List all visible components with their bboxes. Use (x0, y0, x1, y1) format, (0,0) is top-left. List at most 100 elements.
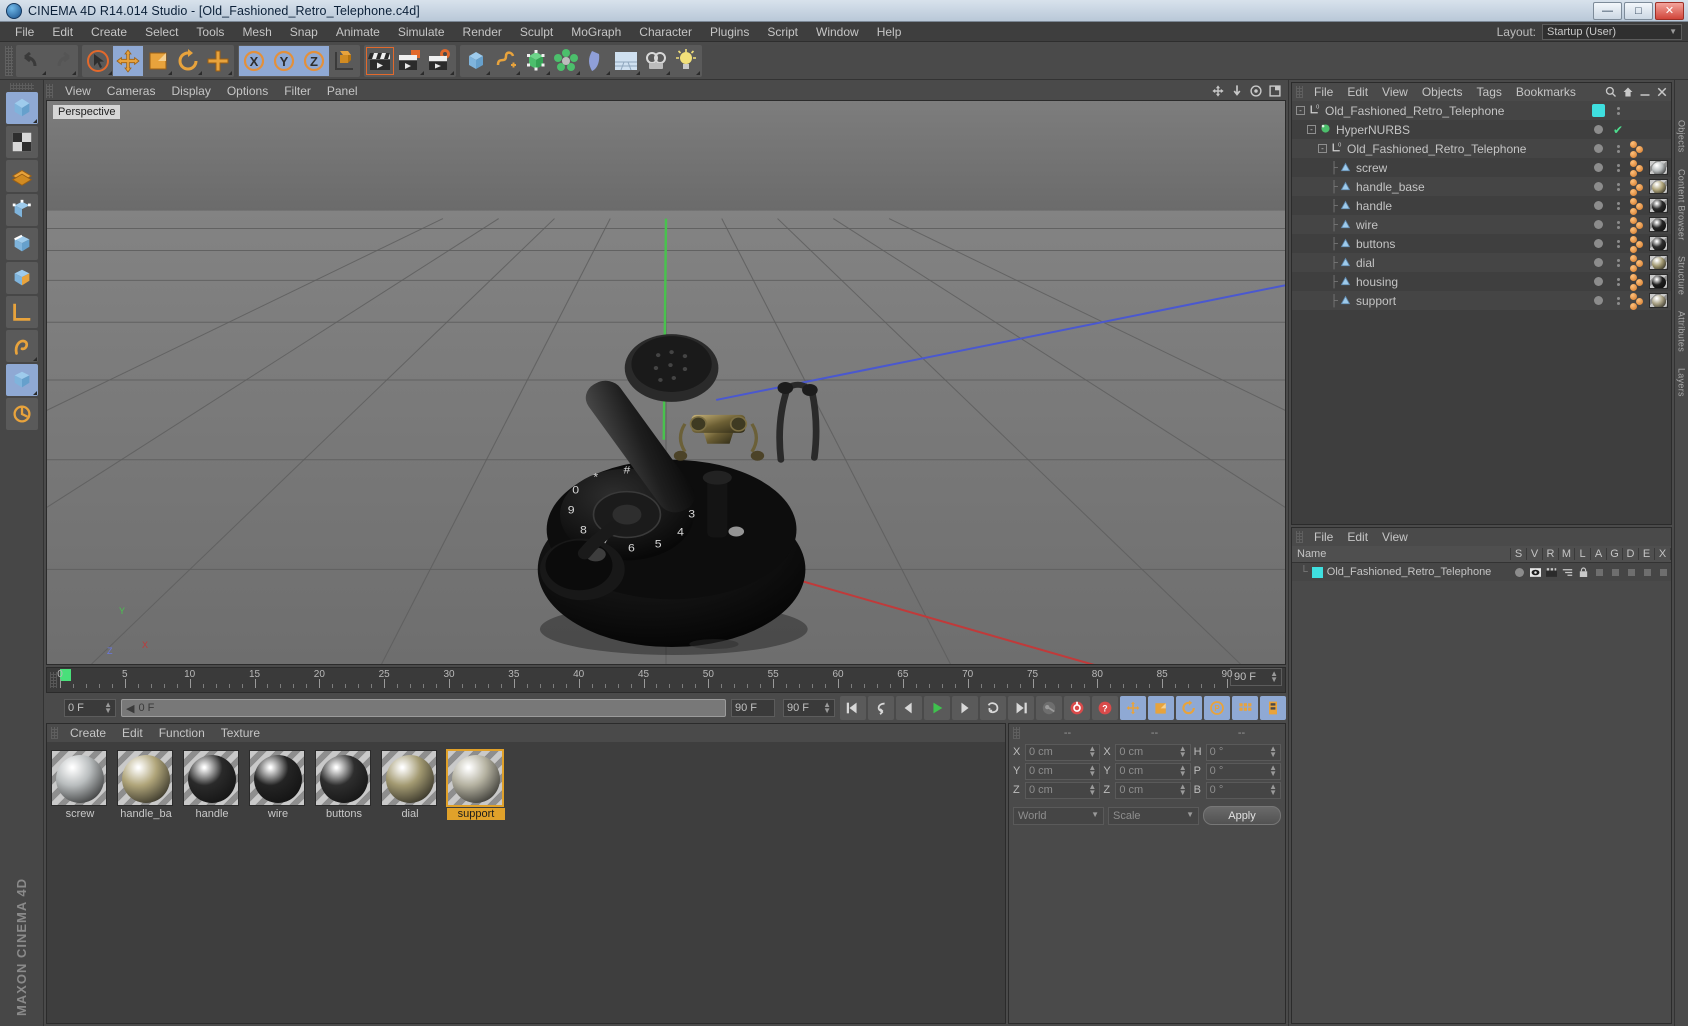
stepper-icon[interactable]: ▲ ▼ (1088, 782, 1096, 796)
selection-tag-icon[interactable] (1630, 284, 1637, 291)
hypernurbs-button[interactable] (521, 45, 551, 76)
visibility-dot-icon[interactable] (1593, 296, 1603, 305)
editor-render-dots[interactable] (1609, 239, 1627, 248)
menu-script[interactable]: Script (758, 23, 807, 41)
coord-value-field[interactable]: 0 cm ▲ ▼ (1115, 781, 1191, 799)
stepper-icon[interactable]: ▲ ▼ (1269, 763, 1277, 777)
stepper-icon[interactable]: ▲ ▼ (1270, 669, 1278, 683)
coord-value-field[interactable]: 0 ° ▲ ▼ (1205, 743, 1281, 761)
visibility-dot-icon[interactable] (1593, 258, 1603, 267)
material-thumbnail[interactable] (381, 750, 437, 806)
editor-render-dots[interactable] (1609, 144, 1627, 153)
object-row[interactable]: ├ buttons (1292, 234, 1671, 253)
timeline-ruler-body[interactable]: 0 5 10 15 20 25 30 35 40 45 50 55 60 65 70 75 80 85 90 (57, 668, 1233, 692)
apply-button[interactable]: Apply (1203, 806, 1281, 825)
stepper-icon[interactable]: ▲ ▼ (1269, 744, 1277, 758)
visibility-toggle[interactable] (1587, 201, 1609, 210)
viewport-grip[interactable] (46, 84, 53, 98)
menu-window[interactable]: Window (807, 23, 868, 41)
editor-render-dots[interactable] (1609, 201, 1627, 210)
play-backward-button[interactable] (868, 696, 894, 720)
toggle-dot-icon[interactable] (1616, 182, 1620, 186)
pla-key-button[interactable] (1232, 696, 1258, 720)
visibility-toggle[interactable] (1587, 104, 1609, 117)
visibility-dot-icon[interactable] (1593, 182, 1603, 191)
layer-render-camera-icon[interactable] (1543, 567, 1559, 577)
vertical-tab-objects[interactable]: Objects (1677, 120, 1687, 153)
keyframe-selection-button[interactable] (1260, 696, 1286, 720)
search-icon[interactable] (1605, 86, 1617, 98)
selection-tag-icon[interactable] (1636, 146, 1643, 153)
menu-mesh[interactable]: Mesh (233, 23, 280, 41)
coord-value-field[interactable]: 0 ° ▲ ▼ (1205, 781, 1281, 799)
redo-button[interactable] (47, 45, 77, 76)
selection-tag-icon[interactable] (1630, 246, 1637, 253)
layer-visible-eye-icon[interactable] (1527, 567, 1543, 577)
param-key-button[interactable]: P (1204, 696, 1230, 720)
viewport-menu-options[interactable]: Options (219, 83, 276, 99)
object-tags[interactable] (1627, 158, 1649, 177)
selection-tag-icon[interactable] (1636, 184, 1643, 191)
toggle-dot-icon[interactable] (1616, 301, 1620, 305)
undo-button[interactable] (17, 45, 47, 76)
menu-file[interactable]: File (6, 23, 43, 41)
visibility-dot-icon[interactable] (1593, 220, 1603, 229)
layer-column-g[interactable]: G (1607, 548, 1623, 560)
toggle-dot-icon[interactable] (1616, 282, 1620, 286)
om-menu-objects[interactable]: Objects (1415, 84, 1470, 100)
keyframe-help-button[interactable]: ? (1092, 696, 1118, 720)
toggle-dot-icon[interactable] (1616, 225, 1620, 229)
visibility-toggle[interactable] (1587, 182, 1609, 191)
close-icon[interactable] (1656, 86, 1668, 98)
workplane-tool-button[interactable] (5, 296, 38, 328)
autokey-button[interactable] (1036, 696, 1062, 720)
edge-mode-button[interactable] (5, 228, 38, 260)
material-menu-edit[interactable]: Edit (114, 725, 151, 741)
object-tags[interactable] (1627, 253, 1649, 272)
snap-tool-button[interactable] (5, 330, 38, 362)
om-menu-edit[interactable]: Edit (1340, 84, 1375, 100)
current-frame-field[interactable]: 0 F ▲ ▼ (64, 699, 116, 717)
material-swatch[interactable]: handle (183, 750, 241, 820)
camera-object-button[interactable] (641, 45, 671, 76)
object-row[interactable]: ├ wire (1292, 215, 1671, 234)
selection-tag-icon[interactable] (1636, 222, 1643, 229)
object-tags[interactable] (1627, 196, 1649, 215)
lock-axis-button[interactable] (5, 364, 38, 396)
selection-tag-icon[interactable] (1630, 151, 1637, 158)
object-tags[interactable] (1627, 139, 1649, 158)
menu-simulate[interactable]: Simulate (389, 23, 454, 41)
lm-menu-edit[interactable]: Edit (1340, 529, 1375, 545)
coord-value-field[interactable]: 0 ° ▲ ▼ (1205, 762, 1281, 780)
layer-column-s[interactable]: S (1511, 548, 1527, 560)
material-tag-cell[interactable] (1649, 272, 1671, 291)
om-menu-bookmarks[interactable]: Bookmarks (1509, 84, 1583, 100)
coord-system-dropdown[interactable]: World ▼ (1013, 806, 1104, 825)
material-tag-cell[interactable] (1649, 253, 1671, 272)
model-mode-button[interactable] (5, 92, 38, 124)
object-row[interactable]: - 0 Old_Fashioned_Retro_Telephone (1292, 139, 1671, 158)
selection-tag-icon[interactable] (1630, 208, 1637, 215)
selection-tag-icon[interactable] (1630, 227, 1637, 234)
viewport-menu-display[interactable]: Display (163, 83, 218, 99)
material-tag-icon[interactable] (1649, 217, 1668, 232)
visibility-toggle[interactable] (1587, 220, 1609, 229)
left-toolbar-grip[interactable] (9, 83, 34, 90)
layer-column-name[interactable]: Name (1292, 548, 1511, 560)
layer-column-l[interactable]: L (1575, 548, 1591, 560)
knife-tool-button[interactable] (5, 398, 38, 430)
object-tags[interactable] (1627, 120, 1649, 139)
layer-xref-icon[interactable] (1655, 568, 1671, 576)
editor-render-dots[interactable] (1609, 220, 1627, 229)
selection-tag-icon[interactable] (1636, 241, 1643, 248)
editor-render-dots[interactable]: ✔ (1609, 123, 1627, 137)
minimize-icon[interactable] (1639, 86, 1651, 98)
selection-tag-icon[interactable] (1630, 189, 1637, 196)
minimize-button[interactable]: — (1593, 1, 1622, 20)
layer-animation-icon[interactable] (1591, 568, 1607, 576)
scale-key-button[interactable] (1148, 696, 1174, 720)
move-tool-button[interactable] (113, 45, 143, 76)
menu-render[interactable]: Render (454, 23, 511, 41)
menu-select[interactable]: Select (136, 23, 187, 41)
object-row[interactable]: ├ handle (1292, 196, 1671, 215)
